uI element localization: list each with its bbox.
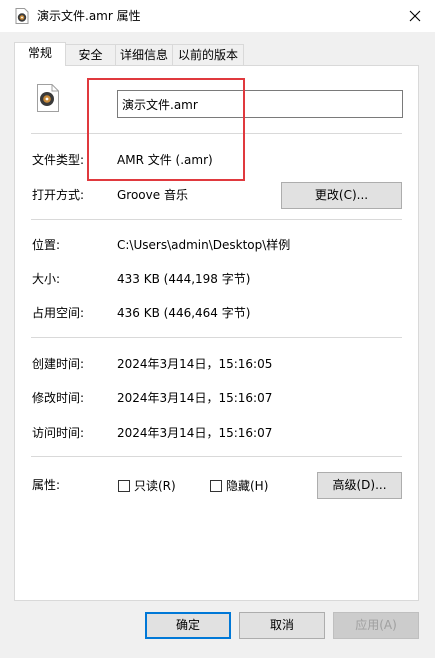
- size-label: 大小:: [32, 272, 61, 286]
- accessed-label: 访问时间:: [32, 426, 85, 440]
- modified-value: 2024年3月14日，15:16:07: [117, 391, 273, 405]
- divider: [31, 133, 402, 134]
- hidden-checkbox[interactable]: [210, 480, 222, 492]
- modified-label: 修改时间:: [32, 391, 85, 405]
- tab-security[interactable]: 安全: [65, 44, 116, 65]
- close-icon: [409, 10, 421, 22]
- file-type-value: AMR 文件 (.amr): [117, 153, 213, 167]
- open-with-label: 打开方式:: [32, 188, 85, 202]
- cancel-button[interactable]: 取消: [239, 612, 325, 639]
- divider: [31, 337, 402, 338]
- window-title: 演示文件.amr 属性: [37, 9, 141, 23]
- ok-button[interactable]: 确定: [145, 612, 231, 639]
- filename-input[interactable]: [117, 90, 403, 118]
- created-label: 创建时间:: [32, 357, 85, 371]
- size-on-disk-value: 436 KB (446,464 字节): [117, 306, 251, 320]
- file-type-label: 文件类型:: [32, 153, 85, 167]
- location-label: 位置:: [32, 238, 61, 252]
- advanced-button[interactable]: 高级(D)...: [317, 472, 402, 499]
- audio-file-icon: [14, 8, 30, 24]
- tab-general[interactable]: 常规: [14, 42, 66, 66]
- created-value: 2024年3月14日，15:16:05: [117, 357, 273, 371]
- hidden-label[interactable]: 隐藏(H): [226, 478, 268, 494]
- location-value: C:\Users\admin\Desktop\样例: [117, 238, 291, 252]
- readonly-checkbox[interactable]: [118, 480, 130, 492]
- divider: [31, 219, 402, 220]
- close-button[interactable]: [395, 0, 435, 32]
- attributes-label: 属性:: [32, 478, 61, 492]
- apply-button[interactable]: 应用(A): [333, 612, 419, 639]
- size-value: 433 KB (444,198 字节): [117, 272, 251, 286]
- open-with-value: Groove 音乐: [117, 188, 188, 202]
- accessed-value: 2024年3月14日，15:16:07: [117, 426, 273, 440]
- size-on-disk-label: 占用空间:: [32, 306, 85, 320]
- tab-details[interactable]: 详细信息: [115, 44, 173, 65]
- readonly-label[interactable]: 只读(R): [134, 478, 176, 494]
- tab-previous-versions[interactable]: 以前的版本: [172, 44, 244, 65]
- change-button[interactable]: 更改(C)...: [281, 182, 402, 209]
- general-panel: [14, 65, 419, 601]
- divider: [31, 456, 402, 457]
- audio-file-icon: [36, 84, 60, 112]
